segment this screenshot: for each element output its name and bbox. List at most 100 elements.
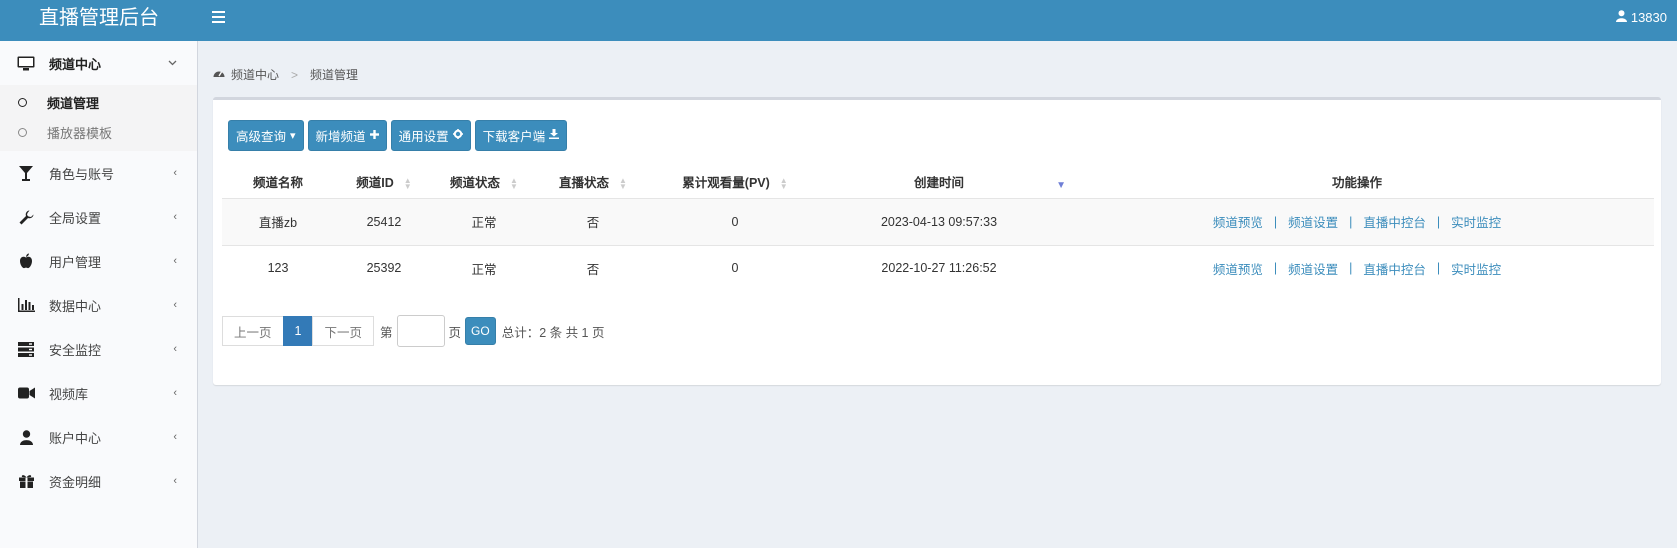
video-camera-icon xyxy=(16,385,36,401)
button-label: 高级查询 xyxy=(236,130,287,144)
go-button[interactable]: GO xyxy=(465,317,496,345)
cell-pv: 0 xyxy=(731,261,739,276)
page-button-current[interactable]: 1 xyxy=(282,316,314,346)
breadcrumb-separator: > xyxy=(291,67,299,82)
sidebar-item-user-management[interactable]: 用户管理 ‹ xyxy=(0,239,197,283)
chevron-down-icon xyxy=(168,57,177,69)
column-header-channel-status[interactable]: 频道状态 ▲ ▼ xyxy=(434,166,534,199)
next-page-button[interactable]: 下一页 xyxy=(312,316,374,346)
glass-icon xyxy=(16,165,36,181)
channel-preview-link[interactable]: 频道预览 xyxy=(1202,259,1274,278)
column-header-label: 创建时间 xyxy=(913,176,964,191)
table-row: 123 25392 正常 否 0 2022-10-27 11:26:52 频道预… xyxy=(222,245,1654,291)
apple-icon xyxy=(16,253,36,269)
cell-channel-name: 123 xyxy=(267,261,289,276)
user-menu[interactable]: 13830 xyxy=(1615,10,1667,25)
button-label: 通用设置 xyxy=(398,130,449,144)
button-label: 下载客户端 xyxy=(482,130,546,144)
table-row: 直播zb 25412 正常 否 0 2023-04-13 09:57:33 频道… xyxy=(222,198,1654,246)
sidebar-item-label: 角色与账号 xyxy=(49,166,115,182)
circle-icon xyxy=(18,127,27,137)
chevron-left-icon: ‹ xyxy=(173,255,177,267)
sidebar-subitem-label: 频道管理 xyxy=(47,95,100,111)
realtime-monitor-link[interactable]: 实时监控 xyxy=(1440,212,1512,231)
sidebar-subitem-player-templates[interactable]: 播放器模板 xyxy=(0,117,197,147)
cell-channel-id: 25392 xyxy=(366,261,402,276)
sort-icon[interactable]: ▲ ▼ xyxy=(780,176,788,190)
column-header-label: 功能操作 xyxy=(1331,176,1382,191)
sidebar-subitem-label: 播放器模板 xyxy=(47,125,113,141)
toolbar: 高级查询 ▾ 新增频道 通用设置 下载客户端 xyxy=(228,120,568,151)
channel-settings-link[interactable]: 频道设置 xyxy=(1277,259,1349,278)
prev-page-button[interactable]: 上一页 xyxy=(222,316,284,346)
chevron-left-icon: ‹ xyxy=(173,211,177,223)
chevron-left-icon: ‹ xyxy=(173,475,177,487)
sidebar: 频道中心 频道管理 播放器模板 角色与账号 ‹ 全局设置 ‹ 用户管理 ‹ 数据… xyxy=(0,41,198,548)
column-header-live-status[interactable]: 直播状态 ▲ ▼ xyxy=(534,166,652,199)
button-label: 新增频道 xyxy=(315,130,366,144)
sidebar-item-channel-center[interactable]: 频道中心 xyxy=(0,41,197,85)
sidebar-item-label: 视频库 xyxy=(49,386,89,402)
sidebar-item-label: 账户中心 xyxy=(49,430,102,446)
advanced-search-button[interactable]: 高级查询 ▾ xyxy=(228,120,304,151)
column-header-pv[interactable]: 累计观看量(PV) ▲ ▼ xyxy=(652,166,818,199)
column-header-label: 频道状态 xyxy=(450,176,501,191)
column-header-label: 频道ID xyxy=(356,176,394,191)
column-header-created-time[interactable]: 创建时间 ▼ xyxy=(818,166,1066,199)
monitor-icon xyxy=(16,55,36,71)
cell-pv: 0 xyxy=(652,198,818,246)
cell-channel-name: 直播zb xyxy=(222,198,334,246)
sidebar-item-fund-details[interactable]: 资金明细 ‹ xyxy=(0,459,197,503)
sort-icon[interactable]: ▲ ▼ xyxy=(619,176,627,190)
page-number-input[interactable] xyxy=(396,315,445,347)
channel-preview-link[interactable]: 频道预览 xyxy=(1202,212,1274,231)
cell-created-time: 2022-10-27 11:26:52 xyxy=(881,261,997,276)
chevron-left-icon: ‹ xyxy=(173,167,177,179)
sidebar-item-security-monitoring[interactable]: 安全监控 ‹ xyxy=(0,327,197,371)
gift-icon xyxy=(16,473,36,489)
column-header-channel-id[interactable]: 频道ID ▲ ▼ xyxy=(334,166,434,199)
general-settings-button[interactable]: 通用设置 xyxy=(390,120,471,151)
column-header-label: 直播状态 xyxy=(559,176,610,191)
cell-live-status: 否 xyxy=(586,262,600,277)
cell-operations: 频道预览 | 频道设置 | 直播中控台 | 实时监控 xyxy=(1060,245,1654,291)
channel-settings-link[interactable]: 频道设置 xyxy=(1277,212,1349,231)
chevron-left-icon: ‹ xyxy=(173,299,177,311)
channel-table: 频道名称 频道ID ▲ ▼ 频道状态 ▲ ▼ 直播状态 ▲ ▼ 累计观看量(PV) ▲ ▼ 创建… xyxy=(222,166,1654,291)
chevron-left-icon: ‹ xyxy=(173,387,177,399)
gear-icon xyxy=(452,129,463,142)
realtime-monitor-link[interactable]: 实时监控 xyxy=(1440,259,1512,278)
column-header-label: 累计观看量(PV) xyxy=(682,176,770,191)
sidebar-toggle-icon[interactable] xyxy=(212,11,226,25)
app-logo-title[interactable]: 直播管理后台 xyxy=(0,0,198,41)
wrench-icon xyxy=(16,209,36,225)
cell-channel-status: 正常 xyxy=(471,262,497,277)
username: 13830 xyxy=(1630,10,1667,25)
goto-suffix: 页 xyxy=(448,325,462,340)
cell-operations: 频道预览 | 频道设置 | 直播中控台 | 实时监控 xyxy=(1060,198,1654,246)
sidebar-item-label: 频道中心 xyxy=(49,56,102,72)
sidebar-item-data-center[interactable]: 数据中心 ‹ xyxy=(0,283,197,327)
sort-icon[interactable]: ▲ ▼ xyxy=(404,176,412,190)
sidebar-item-global-settings[interactable]: 全局设置 ‹ xyxy=(0,195,197,239)
breadcrumb-current: 频道管理 xyxy=(310,68,359,82)
bar-chart-icon xyxy=(16,297,36,313)
sidebar-subitem-channel-management[interactable]: 频道管理 xyxy=(0,87,197,117)
sort-icon[interactable]: ▲ ▼ xyxy=(510,176,518,190)
cell-created-time: 2023-04-13 09:57:33 xyxy=(818,198,1060,246)
column-header-channel-name[interactable]: 频道名称 xyxy=(222,166,334,199)
live-console-link[interactable]: 直播中控台 xyxy=(1352,212,1437,231)
chevron-left-icon: ‹ xyxy=(173,343,177,355)
live-console-link[interactable]: 直播中控台 xyxy=(1352,259,1437,278)
breadcrumb: 频道中心 > 频道管理 xyxy=(213,66,358,83)
pagination-summary: 总计：2 条 共 1 页 xyxy=(501,325,605,340)
new-channel-button[interactable]: 新增频道 xyxy=(307,120,387,151)
column-header-label: 频道名称 xyxy=(252,176,303,191)
sidebar-item-label: 安全监控 xyxy=(49,342,102,358)
sidebar-item-video-library[interactable]: 视频库 ‹ xyxy=(0,371,197,415)
breadcrumb-link-channel-center[interactable]: 频道中心 xyxy=(231,66,279,83)
download-client-button[interactable]: 下载客户端 xyxy=(474,120,568,151)
sidebar-item-roles-accounts[interactable]: 角色与账号 ‹ xyxy=(0,151,197,195)
sidebar-item-account-center[interactable]: 账户中心 ‹ xyxy=(0,415,197,459)
user-icon xyxy=(16,429,36,445)
